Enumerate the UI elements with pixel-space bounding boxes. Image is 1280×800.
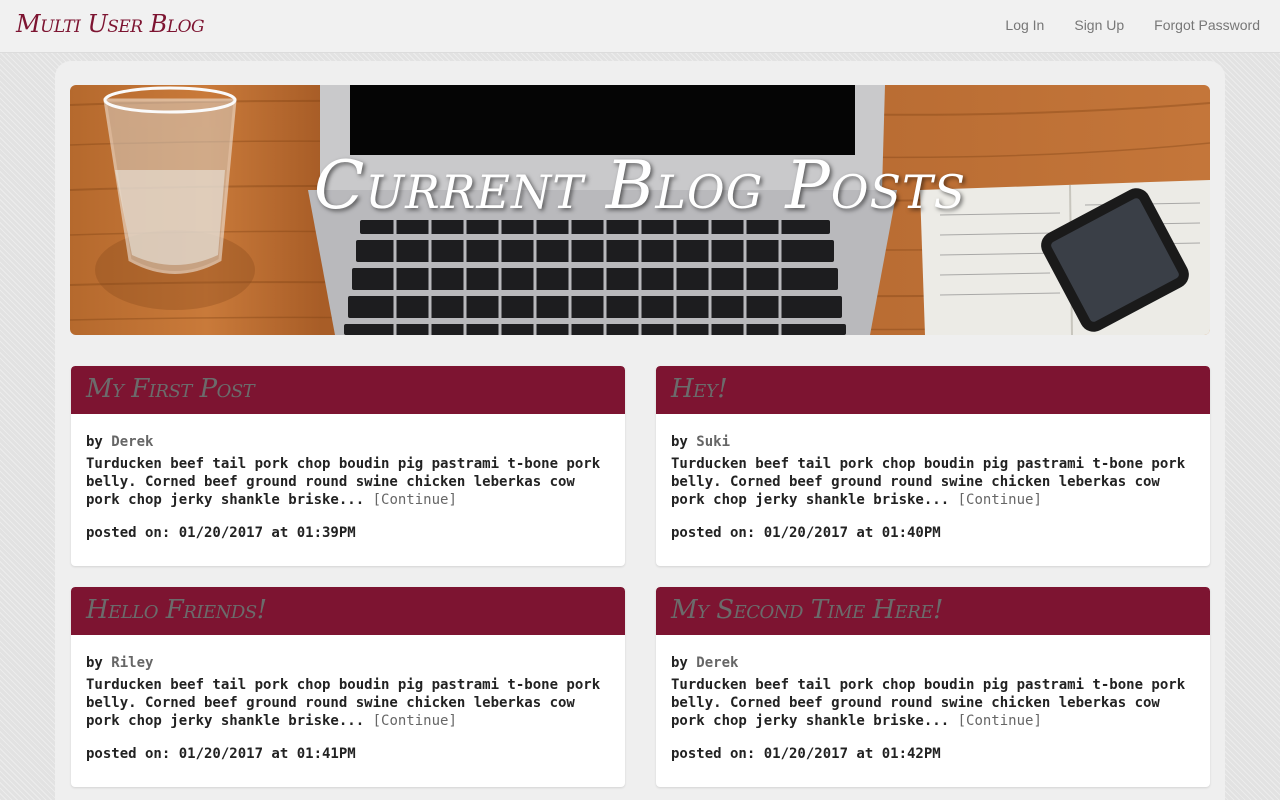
post-card-body: by Riley Turducken beef tail pork chop b… [71,635,625,763]
post-excerpt-text: Turducken beef tail pork chop boudin pig… [671,456,1186,508]
continue-link[interactable]: [Continue] [958,713,1042,729]
post-card-header: Hello Friends! [71,587,625,635]
login-link[interactable]: Log In [1005,17,1044,33]
by-label: by [86,655,103,671]
by-label: by [86,434,103,450]
nav-links: Log In Sign Up Forgot Password [1005,17,1260,33]
post-title-link[interactable]: My First Post [86,374,255,404]
post-card-body: by Derek Turducken beef tail pork chop b… [71,414,625,542]
post-card-header: My Second Time Here! [656,587,1210,635]
continue-link[interactable]: [Continue] [373,713,457,729]
post-title-link[interactable]: My Second Time Here! [671,595,943,625]
post-card: My Second Time Here! by Derek Turducken … [656,587,1210,787]
post-excerpt-text: Turducken beef tail pork chop boudin pig… [86,456,601,508]
post-card-header: My First Post [71,366,625,414]
brand-logo-link[interactable]: Multi User Blog [16,10,205,38]
post-card: My First Post by Derek Turducken beef ta… [71,366,625,566]
post-excerpt: Turducken beef tail pork chop boudin pig… [671,455,1195,509]
post-title-link[interactable]: Hello Friends! [86,595,267,625]
post-card-body: by Derek Turducken beef tail pork chop b… [656,635,1210,763]
post-date: posted on: 01/20/2017 at 01:39PM [86,525,356,541]
post-excerpt: Turducken beef tail pork chop boudin pig… [86,676,610,730]
by-label: by [671,434,688,450]
post-card-body: by Suki Turducken beef tail pork chop bo… [656,414,1210,542]
hero-title: Current Blog Posts [313,147,967,224]
continue-link[interactable]: [Continue] [958,492,1042,508]
post-author-line: by Derek [86,433,610,451]
continue-link[interactable]: [Continue] [373,492,457,508]
post-author-link[interactable]: Derek [111,434,153,450]
post-author-line: by Derek [671,654,1195,672]
post-excerpt: Turducken beef tail pork chop boudin pig… [86,455,610,509]
hero-banner: Current Blog Posts [70,85,1210,335]
forgot-password-link[interactable]: Forgot Password [1154,17,1260,33]
post-date: posted on: 01/20/2017 at 01:41PM [86,746,356,762]
post-card: Hello Friends! by Riley Turducken beef t… [71,587,625,787]
by-label: by [671,655,688,671]
signup-link[interactable]: Sign Up [1074,17,1124,33]
post-author-link[interactable]: Suki [696,434,730,450]
post-card: Hey! by Suki Turducken beef tail pork ch… [656,366,1210,566]
post-date: posted on: 01/20/2017 at 01:40PM [671,525,941,541]
post-excerpt-text: Turducken beef tail pork chop boudin pig… [86,677,601,729]
post-title-link[interactable]: Hey! [671,374,728,404]
post-author-link[interactable]: Derek [696,655,738,671]
post-excerpt-text: Turducken beef tail pork chop boudin pig… [671,677,1186,729]
post-excerpt: Turducken beef tail pork chop boudin pig… [671,676,1195,730]
post-date: posted on: 01/20/2017 at 01:42PM [671,746,941,762]
top-navbar: Multi User Blog Log In Sign Up Forgot Pa… [0,0,1280,53]
post-card-header: Hey! [656,366,1210,414]
post-author-line: by Riley [86,654,610,672]
post-author-link[interactable]: Riley [111,655,153,671]
post-author-line: by Suki [671,433,1195,451]
